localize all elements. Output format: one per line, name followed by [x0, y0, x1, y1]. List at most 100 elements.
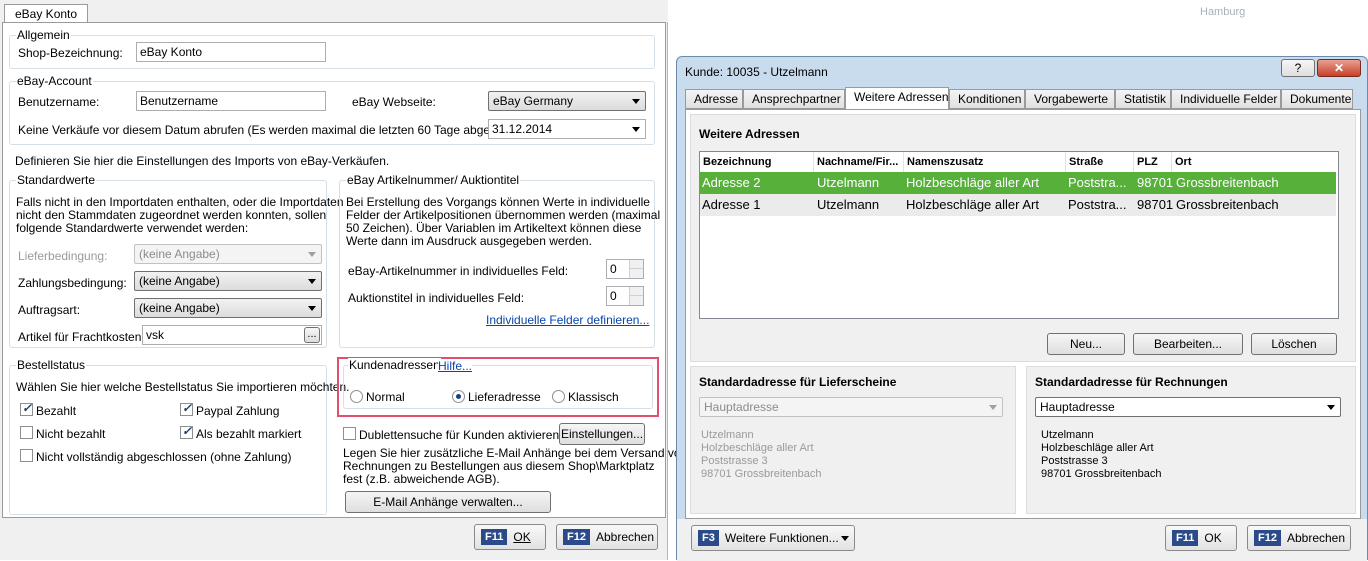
close-button[interactable]: ✕	[1317, 59, 1361, 77]
col-bezeichnung[interactable]: Bezeichnung	[700, 152, 814, 172]
spin-down-icon[interactable]	[629, 296, 643, 305]
website-value: eBay Germany	[493, 94, 574, 108]
help-button[interactable]: ?	[1281, 59, 1315, 77]
cell: Holzbeschläge aller Art	[906, 197, 1039, 212]
artikelnr-stepper[interactable]: 0	[606, 259, 644, 279]
individuelle-felder-link[interactable]: Individuelle Felder definieren...	[486, 313, 649, 327]
address-line: Utzelmann	[1041, 429, 1094, 441]
cell: Utzelmann	[817, 197, 880, 212]
email-desc-line: fest (z.B. abweichende AGB).	[343, 472, 500, 486]
abbrechen-button[interactable]: F12 Abbrechen	[1247, 525, 1351, 551]
desc-line: nicht den Stammdaten zugeordnet werden k…	[16, 208, 327, 222]
website-select[interactable]: eBay Germany	[488, 91, 646, 111]
nicht-bezahlt-checkbox[interactable]	[20, 426, 33, 439]
tab-bar: eBay Konto	[0, 0, 668, 24]
table-row[interactable]: Adresse 1 Utzelmann Holzbeschläge aller …	[700, 194, 1336, 216]
nicht-vollstaendig-checkbox[interactable]	[20, 449, 33, 462]
spin-down-icon[interactable]	[629, 269, 643, 278]
rechn-address-select[interactable]: Hauptadresse	[1035, 397, 1341, 417]
website-label: eBay Webseite:	[352, 95, 436, 109]
tab-weitere-adressen[interactable]: Weitere Adressen	[845, 87, 949, 111]
chevron-down-icon	[1327, 405, 1335, 410]
tab-konditionen[interactable]: Konditionen	[949, 89, 1025, 109]
chevron-down-icon	[632, 127, 640, 132]
date-label: Keine Verkäufe vor diesem Datum abrufen …	[18, 123, 525, 137]
col-plz[interactable]: PLZ	[1134, 152, 1172, 172]
cell: Utzelmann	[817, 175, 880, 190]
group-ebay-account: eBay-Account Benutzername: Benutzername …	[9, 74, 655, 145]
col-strasse[interactable]: Straße	[1066, 152, 1134, 172]
tab-statistik[interactable]: Statistik	[1115, 89, 1171, 109]
group-title: eBay-Account	[16, 74, 93, 88]
auftrag-label: Auftragsart:	[18, 303, 81, 317]
window-title: Kunde: 10035 - Utzelmann	[685, 65, 828, 79]
abbrechen-label: Abbrechen	[1286, 531, 1346, 545]
als-bezahlt-checkbox[interactable]	[180, 424, 193, 439]
artikelnr-label: eBay-Artikelnummer in individuelles Feld…	[348, 264, 569, 278]
neu-button[interactable]: Neu...	[1047, 333, 1125, 355]
ok-label: OK	[1204, 531, 1222, 545]
auftrag-value: (keine Angabe)	[139, 301, 220, 315]
einstellungen-button[interactable]: Einstellungen...	[559, 423, 645, 445]
group-kundenadressen: Kundenadressen Hilfe... Normal Lieferadr…	[343, 358, 653, 409]
addresses-table[interactable]: Bezeichnung Nachname/Fir... Namenszusatz…	[699, 151, 1339, 319]
username-label: Benutzername:	[18, 95, 100, 109]
address-line: Poststrasse 3	[701, 455, 768, 467]
abbrechen-button[interactable]: F12 Abbrechen	[556, 524, 658, 550]
spin-up-icon[interactable]	[629, 260, 643, 269]
bezahlt-checkbox[interactable]	[20, 401, 33, 416]
group-standardwerte: Standardwerte Falls nicht in den Importd…	[9, 173, 344, 348]
cell: 98701	[1137, 175, 1174, 190]
ok-button[interactable]: F11 OK	[474, 524, 546, 550]
cell: Poststra...	[1068, 175, 1127, 190]
col-namenszusatz[interactable]: Namenszusatz	[904, 152, 1066, 172]
tab-vorgabewerte[interactable]: Vorgabewerte	[1025, 89, 1115, 109]
loeschen-button[interactable]: Löschen	[1251, 333, 1337, 355]
bestell-desc: Wählen Sie hier welche Bestellstatus Sie…	[16, 380, 350, 394]
cell: Adresse 1	[702, 197, 761, 212]
liefer-label: Lieferbedingung:	[18, 249, 108, 263]
address-line: Utzelmann	[701, 429, 754, 441]
tab-individuelle-felder[interactable]: Individuelle Felder	[1171, 89, 1281, 109]
table-row[interactable]: Adresse 2 Utzelmann Holzbeschläge aller …	[700, 172, 1336, 194]
date-picker[interactable]: 31.12.2014	[488, 119, 646, 139]
browse-button[interactable]: ...	[304, 327, 320, 343]
liefer-title: Standardadresse für Lieferscheine	[699, 375, 897, 389]
dubletten-checkbox[interactable]	[343, 427, 356, 440]
section-title: Weitere Adressen	[699, 127, 800, 141]
ebay-account-window: eBay Konto Allgemein Shop-Bezeichnung: e…	[0, 0, 687, 560]
weitere-funktionen-button[interactable]: F3 Weitere Funktionen...	[691, 525, 855, 551]
radio-klassisch[interactable]	[552, 390, 565, 403]
fracht-input[interactable]: vsk	[142, 325, 322, 345]
titel-stepper[interactable]: 0	[606, 286, 644, 306]
address-line: Holzbeschläge aller Art	[701, 442, 814, 454]
col-nachname[interactable]: Nachname/Fir...	[814, 152, 904, 172]
tab-ebay-konto[interactable]: eBay Konto	[4, 4, 89, 24]
zahlung-select[interactable]: (keine Angabe)	[134, 271, 322, 291]
cell: Grossbreitenbach	[1176, 175, 1279, 190]
bearbeiten-button[interactable]: Bearbeiten...	[1133, 333, 1243, 355]
artikelnr-value: 0	[610, 262, 617, 276]
radio-normal[interactable]	[350, 390, 363, 403]
tab-adresse[interactable]: Adresse	[685, 89, 743, 109]
spin-up-icon[interactable]	[629, 287, 643, 296]
tab-ansprechpartner[interactable]: Ansprechpartner	[743, 89, 845, 109]
email-anhaenge-button[interactable]: E-Mail Anhänge verwalten...	[345, 491, 551, 513]
desc-line: Falls nicht in den Importdaten enthalten…	[16, 195, 344, 209]
f3-key: F3	[698, 530, 719, 546]
hilfe-link[interactable]: Hilfe...	[438, 359, 473, 373]
auftrag-select[interactable]: (keine Angabe)	[134, 298, 322, 318]
group-bestellstatus: Bestellstatus Wählen Sie hier welche Bes…	[9, 358, 350, 515]
dubletten-label: Dublettensuche für Kunden aktivieren	[359, 428, 560, 442]
radio-lieferadresse[interactable]	[452, 390, 465, 403]
username-input[interactable]: Benutzername	[136, 91, 326, 111]
col-ort[interactable]: Ort	[1172, 152, 1338, 172]
cell: Poststra...	[1068, 197, 1127, 212]
paypal-checkbox[interactable]	[180, 401, 193, 416]
shop-name-input[interactable]: eBay Konto	[136, 42, 326, 62]
desc-line: Bei Erstellung des Vorgangs können Werte…	[346, 195, 650, 209]
ok-button[interactable]: F11 OK	[1165, 525, 1237, 551]
tab-dokumente[interactable]: Dokumente	[1281, 89, 1353, 109]
weitere-adressen-panel: Weitere Adressen Bezeichnung Nachname/Fi…	[685, 109, 1361, 519]
nicht-bezahlt-label: Nicht bezahlt	[36, 427, 106, 441]
